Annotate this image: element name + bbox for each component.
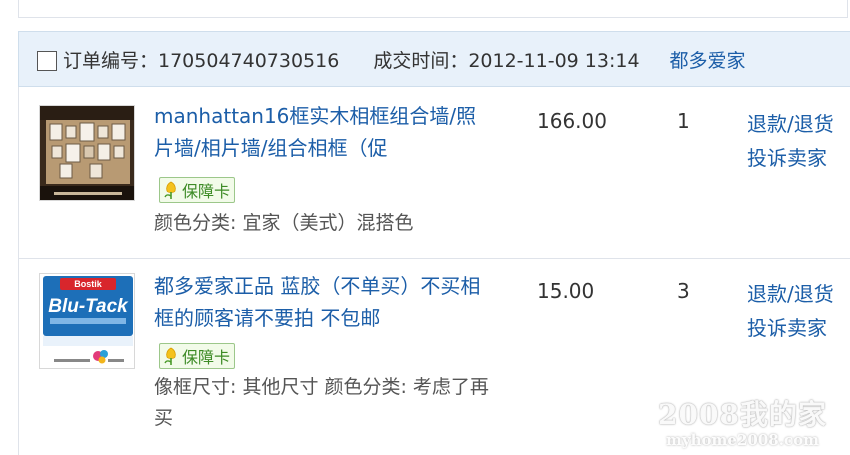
refund-return-link[interactable]: 退款/退货	[747, 277, 834, 311]
item-attributes: 颜色分类: 宜家（美式）混搭色	[154, 212, 414, 234]
item-title[interactable]: 都多爱家正品 蓝胶（不单买）不买相框的顾客请不要拍 不包邮	[154, 270, 494, 334]
item-actions: 退款/退货 投诉卖家	[747, 277, 834, 345]
guarantee-card-badge[interactable]: 保障卡	[159, 177, 236, 203]
item-title[interactable]: manhattan16框实木相框组合墙/照片墙/相片墙/组合相框（促	[154, 100, 494, 164]
item-actions: 退款/退货 投诉卖家	[747, 107, 834, 175]
order-number: 订单编号：170504740730516	[63, 49, 340, 72]
item-quantity: 1	[677, 109, 690, 133]
complain-seller-link[interactable]: 投诉卖家	[747, 141, 834, 175]
previous-order-box	[18, 0, 848, 18]
item-quantity: 3	[677, 279, 690, 303]
refund-return-link[interactable]: 退款/退货	[747, 107, 834, 141]
order-item-row: manhattan16框实木相框组合墙/照片墙/相片墙/组合相框（促 保障卡 颜…	[18, 87, 850, 259]
guarantee-card-label: 保障卡	[182, 348, 231, 367]
guarantee-card-label: 保障卡	[182, 182, 231, 201]
item-attributes: 像框尺寸: 其他尺寸 颜色分类: 考虑了再买	[154, 376, 489, 429]
order-header: 订单编号：170504740730516 成交时间：2012-11-09 13:…	[18, 31, 850, 87]
photo-wall-thumbnail[interactable]	[39, 105, 135, 201]
complain-seller-link[interactable]: 投诉卖家	[747, 311, 834, 345]
blu-tack-thumbnail[interactable]: Bostik Blu-Tack	[39, 273, 135, 369]
guarantee-card-badge[interactable]: 保障卡	[159, 343, 236, 369]
item-price: 166.00	[537, 109, 607, 133]
order-select-checkbox[interactable]	[37, 51, 57, 71]
deal-time: 成交时间：2012-11-09 13:14	[373, 49, 640, 72]
svg-text:Blu-Tack: Blu-Tack	[48, 296, 129, 317]
tulip-icon	[164, 181, 176, 199]
item-price: 15.00	[537, 279, 595, 303]
seller-link[interactable]: 都多爱家	[670, 46, 746, 73]
tulip-icon	[164, 347, 176, 365]
order-item-row: Bostik Blu-Tack 都多爱家正品 蓝胶（不单买）不买相框的顾客请不要…	[18, 259, 850, 455]
svg-text:Bostik: Bostik	[74, 279, 103, 289]
